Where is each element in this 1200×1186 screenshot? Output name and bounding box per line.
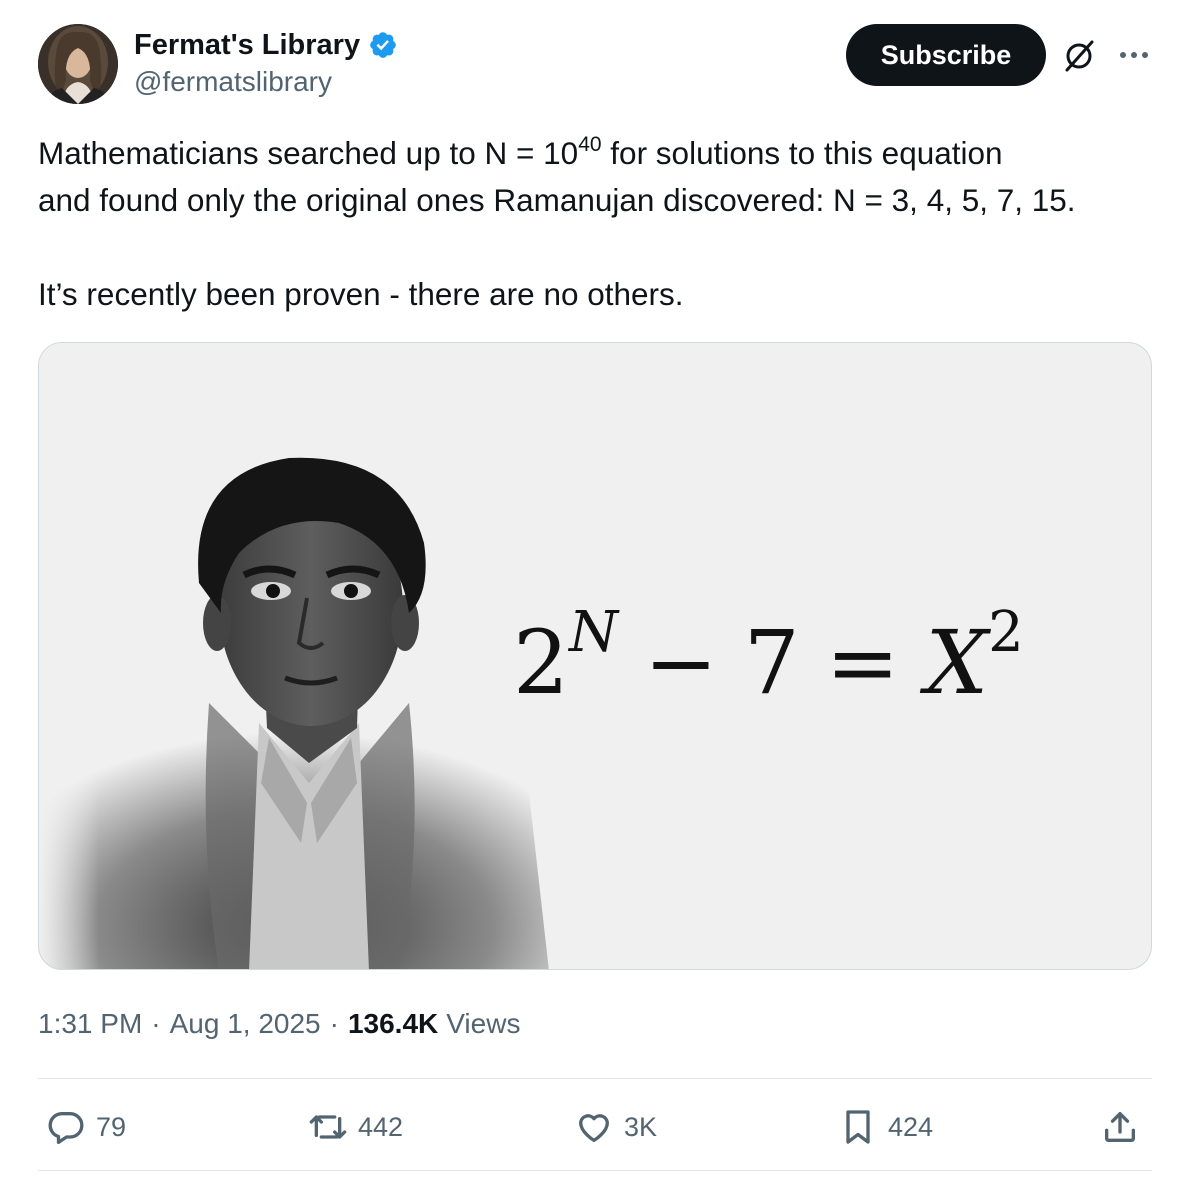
meta-separator: · bbox=[151, 1008, 161, 1039]
tweet-text-part: Mathematicians searched up to N = 10 bbox=[38, 135, 579, 171]
tweet-meta: 1:31 PM · Aug 1, 2025 · 136.4K Views bbox=[38, 1004, 520, 1044]
share-icon bbox=[1105, 1112, 1135, 1142]
divider bbox=[38, 1170, 1152, 1171]
equation-minus: − bbox=[644, 611, 718, 714]
author-name[interactable]: Fermat's Library bbox=[134, 29, 360, 62]
repost-icon bbox=[309, 1115, 347, 1139]
verified-badge-icon bbox=[370, 32, 396, 58]
tweet-text: Mathematicians searched up to N = 1040 f… bbox=[38, 130, 1168, 318]
like-count: 3K bbox=[624, 1111, 658, 1142]
author-name-row: Fermat's Library bbox=[134, 28, 398, 62]
equation-variable-exponent: 2 bbox=[988, 600, 1024, 665]
subscribe-button[interactable]: Subscribe bbox=[846, 24, 1046, 86]
tweet-media-image[interactable]: 2N −7 = X2 bbox=[38, 342, 1152, 970]
tweet-text-exponent: 40 bbox=[578, 133, 602, 156]
author-handle[interactable]: @fermatslibrary bbox=[134, 66, 332, 98]
grok-icon[interactable] bbox=[1061, 38, 1097, 74]
equation-constant: 7 bbox=[743, 611, 800, 714]
heart-icon bbox=[579, 1114, 609, 1142]
repost-count: 442 bbox=[358, 1111, 404, 1142]
tweet-text-line-3: It’s recently been proven - there are no… bbox=[38, 276, 684, 312]
tweet-date[interactable]: Aug 1, 2025 bbox=[170, 1008, 321, 1040]
bookmark-button[interactable]: 424 bbox=[838, 1101, 933, 1153]
equation-base: 2 bbox=[513, 611, 569, 714]
divider bbox=[38, 1078, 1152, 1079]
reply-count: 79 bbox=[96, 1111, 127, 1142]
meta-separator: · bbox=[329, 1008, 339, 1039]
bookmark-count: 424 bbox=[888, 1111, 934, 1142]
equation-base-exponent: N bbox=[569, 600, 618, 665]
tweet: Fermat's Library @fermatslibrary Subscri… bbox=[0, 0, 1200, 1186]
equation-variable: X bbox=[925, 611, 989, 714]
like-button[interactable]: 3K bbox=[574, 1101, 657, 1153]
equation-equals: = bbox=[825, 611, 900, 714]
more-icon[interactable] bbox=[1116, 40, 1152, 70]
bookmark-icon bbox=[846, 1110, 870, 1144]
author-avatar[interactable] bbox=[38, 24, 118, 104]
views-count[interactable]: 136.4K bbox=[348, 1008, 446, 1040]
tweet-text-part: for solutions to this equation bbox=[601, 135, 1003, 171]
tweet-text-line-2: and found only the original ones Ramanuj… bbox=[38, 182, 1076, 218]
tweet-text-line-1: Mathematicians searched up to N = 1040 f… bbox=[38, 130, 1168, 177]
share-button[interactable] bbox=[1100, 1101, 1140, 1153]
repost-button[interactable]: 442 bbox=[308, 1101, 403, 1153]
equation: 2N −7 = X2 bbox=[513, 603, 1024, 723]
views-label: Views bbox=[446, 1008, 521, 1039]
avatar-portrait-image bbox=[38, 24, 118, 104]
tweet-time[interactable]: 1:31 PM bbox=[38, 1008, 142, 1040]
reply-button[interactable]: 79 bbox=[46, 1101, 126, 1153]
reply-icon bbox=[48, 1112, 84, 1144]
